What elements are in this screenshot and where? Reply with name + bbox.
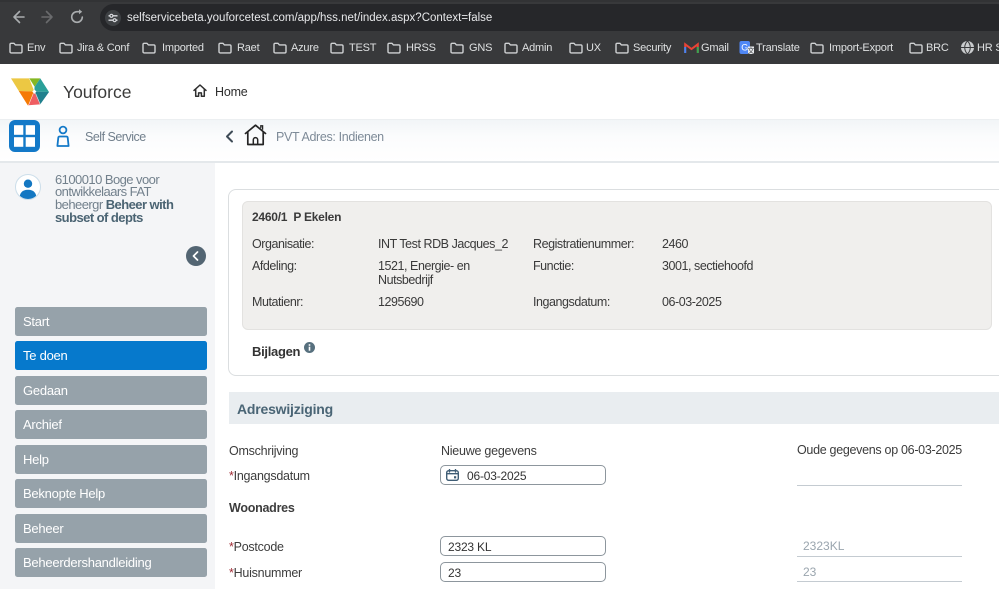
svg-text:文: 文 xyxy=(748,46,755,55)
